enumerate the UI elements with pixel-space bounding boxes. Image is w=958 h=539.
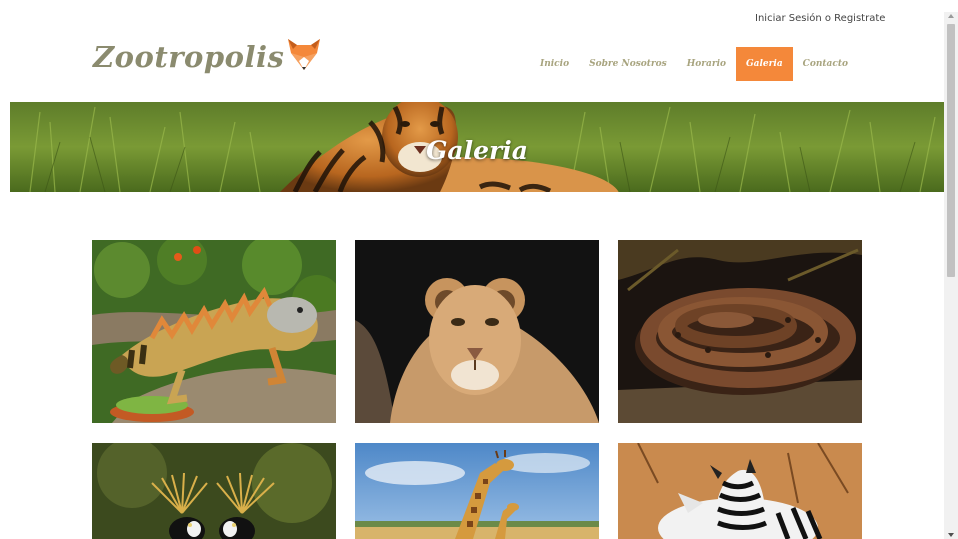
- login-register-link[interactable]: Iniciar Sesión o Registrate: [755, 13, 885, 24]
- scrollbar-thumb[interactable]: [947, 24, 955, 277]
- gallery-image-anaconda[interactable]: [618, 240, 862, 423]
- page-title: Galeria: [426, 136, 528, 165]
- nav-item-inicio[interactable]: Inicio: [530, 47, 579, 81]
- scroll-down-arrow-icon[interactable]: [948, 533, 954, 537]
- gallery-image-iguana[interactable]: [92, 240, 336, 423]
- gallery-image-giraffe[interactable]: [355, 443, 599, 539]
- nav-item-horario[interactable]: Horario: [677, 47, 736, 81]
- logo-text: Zootropolis: [93, 40, 285, 74]
- scrollbar[interactable]: [944, 12, 958, 539]
- gallery-image-zebra[interactable]: [618, 443, 862, 539]
- page-banner: Galeria: [10, 102, 944, 192]
- main-nav: Inicio Sobre Nosotros Horario Galeria Co…: [530, 47, 858, 81]
- scroll-up-arrow-icon[interactable]: [948, 14, 954, 18]
- nav-item-contacto[interactable]: Contacto: [793, 47, 858, 81]
- gallery-image-crowned-crane[interactable]: [92, 443, 336, 539]
- fox-icon: [288, 39, 321, 70]
- gallery-image-lioness[interactable]: [355, 240, 599, 423]
- nav-item-galeria[interactable]: Galeria: [736, 47, 793, 81]
- nav-item-sobre-nosotros[interactable]: Sobre Nosotros: [579, 47, 677, 81]
- site-logo[interactable]: Zootropolis: [93, 39, 321, 74]
